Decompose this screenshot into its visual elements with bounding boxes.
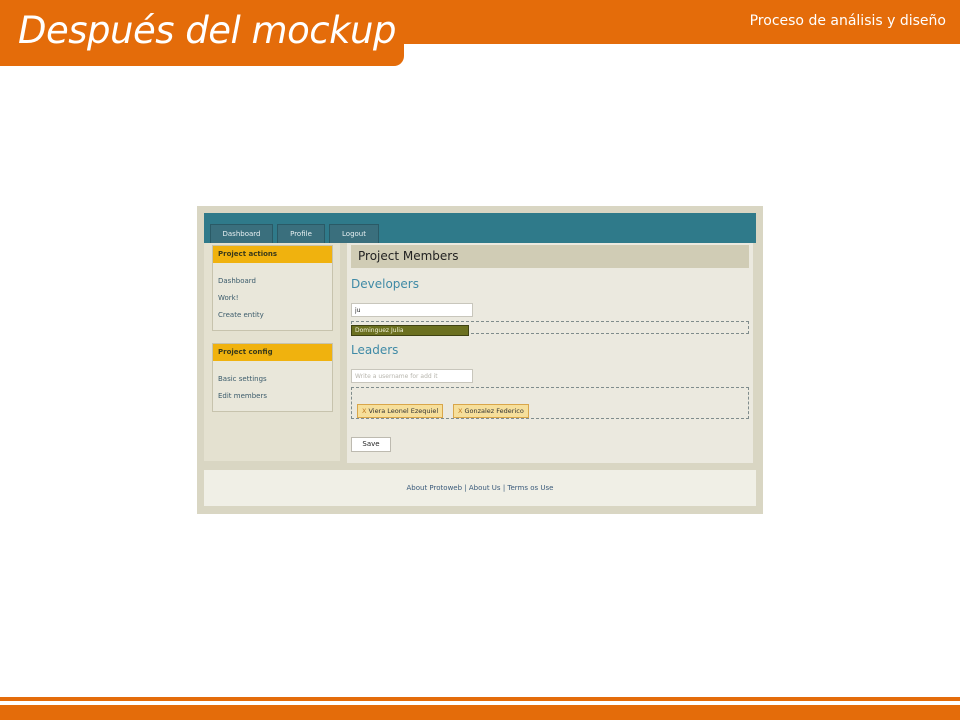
remove-member-icon[interactable]: X (458, 407, 462, 415)
page-title: Project Members (351, 245, 749, 268)
mockup-screenshot: Dashboard Profile Logout Project actions… (197, 206, 763, 514)
slide-title: Después del mockup (18, 9, 396, 52)
footer: About Protoweb | About Us | Terms os Use (204, 470, 756, 506)
slide-subtitle: Proceso de análisis y diseño (749, 13, 946, 29)
nav-tab-profile[interactable]: Profile (277, 224, 325, 243)
developers-title: Developers (351, 277, 419, 291)
sidebar: Project actions Dashboard Work! Create e… (204, 243, 340, 461)
sidebar-item-edit-members[interactable]: Edit members (218, 392, 267, 400)
footer-link-about-protoweb[interactable]: About Protoweb (407, 484, 463, 492)
sidebar-item-create-entity[interactable]: Create entity (218, 311, 264, 319)
leader-name: Gonzalez Federico (464, 407, 524, 415)
top-navigation-bar: Dashboard Profile Logout (204, 213, 756, 243)
autocomplete-suggestion[interactable]: Dominguez Julia (351, 325, 469, 336)
leaders-username-input[interactable] (351, 369, 473, 383)
footer-link-about-us[interactable]: About Us (469, 484, 501, 492)
project-config-title: Project config (213, 344, 332, 361)
nav-tab-logout[interactable]: Logout (329, 224, 379, 243)
nav-tab-dashboard[interactable]: Dashboard (210, 224, 273, 243)
leader-name: Viera Leonel Ezequiel (368, 407, 439, 415)
sidebar-item-basic-settings[interactable]: Basic settings (218, 375, 267, 383)
main-content: Project Members Developers Dominguez Jul… (347, 243, 753, 463)
save-button[interactable]: Save (351, 437, 391, 452)
developers-username-input[interactable] (351, 303, 473, 317)
footer-separator: | (464, 484, 467, 492)
leaders-title: Leaders (351, 343, 399, 357)
slide-title-tab: Después del mockup (0, 0, 404, 66)
project-actions-title: Project actions (213, 246, 332, 263)
slide-footer-line (0, 697, 960, 701)
remove-member-icon[interactable]: X (362, 407, 366, 415)
leader-chip: X Gonzalez Federico (453, 404, 529, 418)
leader-chip: X Viera Leonel Ezequiel (357, 404, 444, 418)
slide-footer-bar (0, 705, 960, 720)
project-actions-box: Project actions Dashboard Work! Create e… (212, 245, 333, 331)
sidebar-item-work[interactable]: Work! (218, 294, 239, 302)
footer-separator: | (502, 484, 506, 492)
footer-link-terms[interactable]: Terms os Use (507, 484, 553, 492)
project-config-box: Project config Basic settings Edit membe… (212, 343, 333, 412)
sidebar-item-dashboard[interactable]: Dashboard (218, 277, 256, 285)
